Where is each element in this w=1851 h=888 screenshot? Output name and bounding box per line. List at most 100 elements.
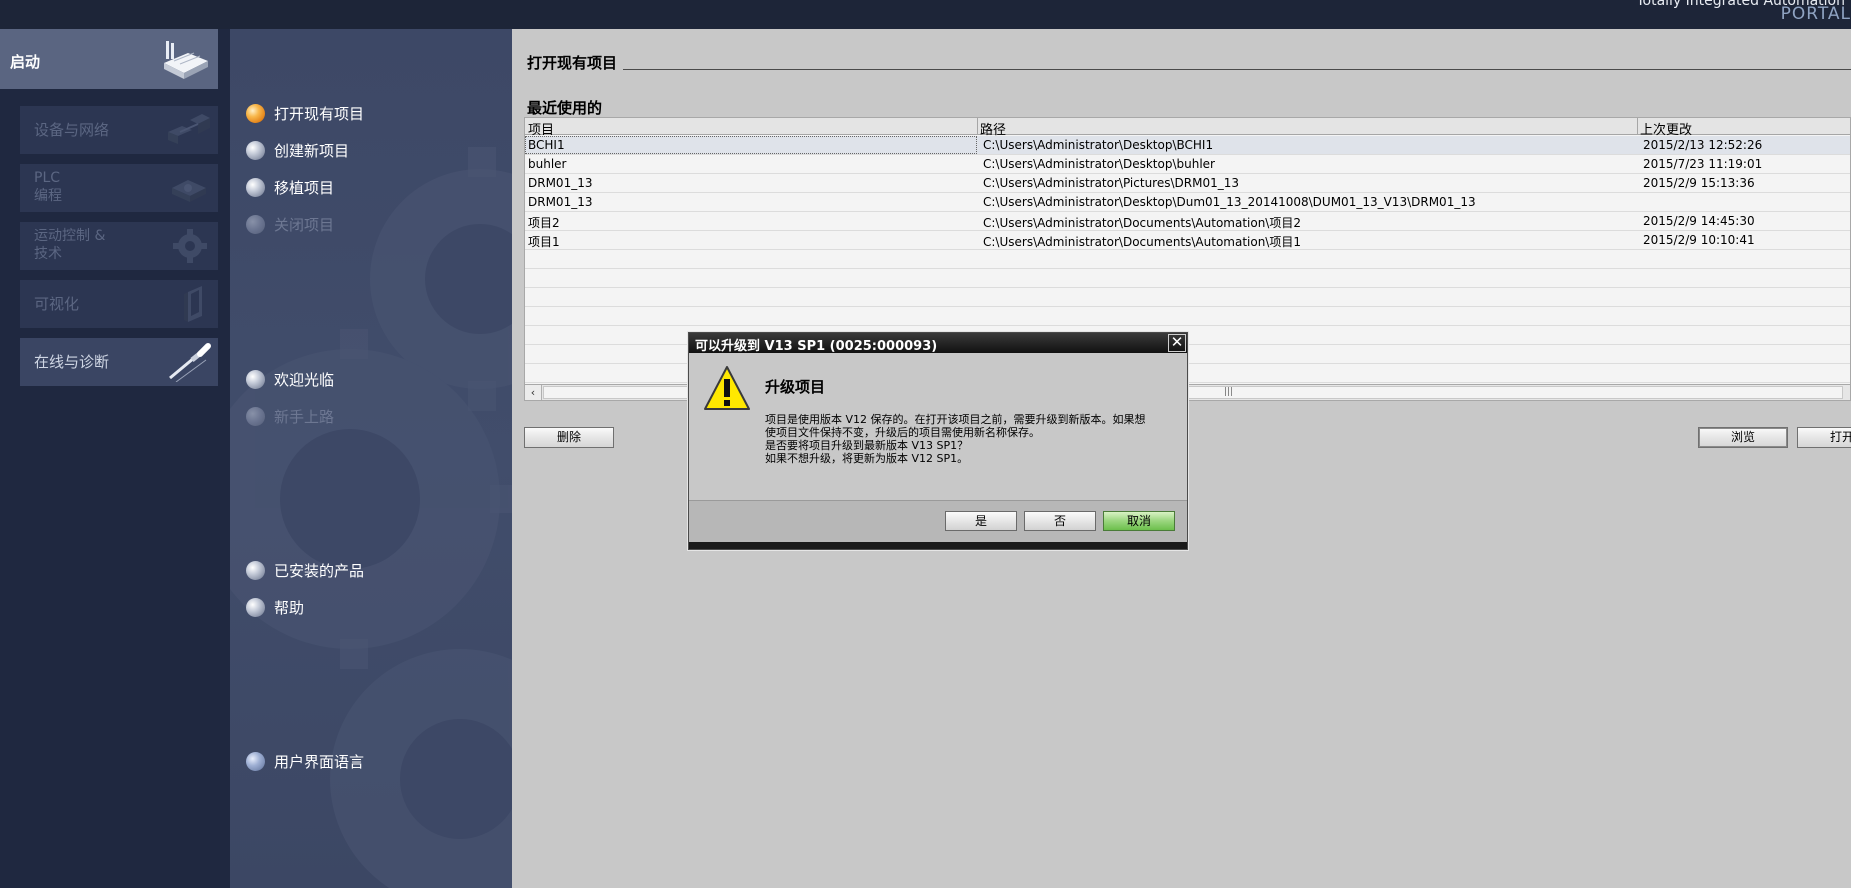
- table-cell-path: C:\Users\Administrator\Documents\Automat…: [983, 235, 1301, 249]
- nav-label: 移植项目: [274, 178, 335, 197]
- table-row[interactable]: BCHI1 C:\Users\Administrator\Desktop\BCH…: [525, 136, 1850, 155]
- recent-projects-heading: 最近使用的: [527, 99, 603, 117]
- table-row[interactable]: 项目2 C:\Users\Administrator\Documents\Aut…: [525, 212, 1850, 231]
- table-cell-project: DRM01_13: [528, 176, 593, 190]
- start-navigation-panel: 打开现有项目 创建新项目 移植项目 关闭项目 欢迎光临 新手上路 已安装的产品 …: [230, 29, 512, 888]
- nav-help[interactable]: 帮助: [246, 595, 304, 619]
- globe-icon: [246, 751, 265, 771]
- sidebar-item-visualization[interactable]: 可视化: [20, 280, 218, 328]
- upgrade-project-dialog: 可以升级到 V13 SP1 (0025:000093) ✕ 升级项目 项目是使用…: [688, 332, 1188, 550]
- sidebar-item-devices-networks[interactable]: 设备与网络: [20, 106, 218, 154]
- table-cell-project: 项目2: [528, 216, 560, 230]
- nav-label: 新手上路: [274, 407, 335, 426]
- network-devices-icon: [168, 114, 210, 144]
- table-row[interactable]: 项目1 C:\Users\Administrator\Documents\Aut…: [525, 231, 1850, 250]
- dialog-title: 可以升级到 V13 SP1 (0025:000093): [695, 339, 938, 354]
- empty-row: [525, 307, 1850, 326]
- table-cell-project: 项目1: [528, 235, 560, 249]
- nav-create-new-project[interactable]: 创建新项目: [246, 138, 349, 162]
- active-bullet-icon: [246, 103, 265, 123]
- hmi-panel-icon: [184, 286, 202, 322]
- bullet-icon: [246, 597, 265, 617]
- bullet-icon: [246, 406, 265, 426]
- nav-label: 打开现有项目: [274, 104, 365, 123]
- yes-button[interactable]: 是: [945, 511, 1017, 531]
- browse-button[interactable]: 浏览: [1698, 427, 1788, 448]
- table-row[interactable]: DRM01_13 C:\Users\Administrator\Desktop\…: [525, 193, 1850, 212]
- sidebar-item-label: 在线与诊断: [34, 353, 110, 371]
- table-cell-modified: 2015/2/9 10:10:41: [1643, 233, 1755, 247]
- bullet-icon: [246, 560, 265, 580]
- nav-ui-language[interactable]: 用户界面语言: [246, 749, 364, 773]
- scroll-left-arrow-icon[interactable]: ‹: [525, 385, 542, 400]
- table-cell-project: BCHI1: [525, 136, 977, 154]
- sidebar-item-start[interactable]: 启动: [0, 29, 218, 89]
- top-title-bar: Totally Integrated Automation PORTAL: [0, 0, 1851, 29]
- dialog-titlebar[interactable]: 可以升级到 V13 SP1 (0025:000093) ✕: [689, 333, 1187, 354]
- column-divider[interactable]: [1637, 118, 1638, 135]
- table-cell-path: C:\Users\Administrator\Desktop\BCHI1: [983, 138, 1214, 152]
- dialog-heading: 升级项目: [765, 378, 826, 396]
- table-cell-project: buhler: [528, 157, 567, 171]
- close-icon[interactable]: ✕: [1168, 334, 1186, 352]
- nav-label: 已安装的产品: [274, 561, 365, 580]
- open-button[interactable]: 打开: [1797, 427, 1851, 448]
- nav-migrate-project[interactable]: 移植项目: [246, 175, 334, 199]
- table-cell-path: C:\Users\Administrator\Desktop\buhler: [983, 157, 1215, 171]
- table-cell-path: C:\Users\Administrator\Documents\Automat…: [983, 216, 1301, 230]
- bullet-icon: [246, 214, 265, 234]
- table-row[interactable]: DRM01_13 C:\Users\Administrator\Pictures…: [525, 174, 1850, 193]
- nav-label: 创建新项目: [274, 141, 350, 160]
- sidebar-item-online-diagnostics[interactable]: 在线与诊断: [20, 338, 218, 386]
- brand-subtitle: PORTAL: [1780, 4, 1851, 24]
- column-divider[interactable]: [977, 118, 978, 135]
- table-cell-modified: 2015/7/23 11:19:01: [1643, 157, 1763, 171]
- dialog-message: 项目是使用版本 V12 保存的。在打开该项目之前，需要升级到新版本。如果想 使项…: [765, 413, 1175, 465]
- table-cell-project: DRM01_13: [528, 195, 593, 209]
- table-cell-modified: 2015/2/13 12:52:26: [1643, 138, 1763, 152]
- no-button[interactable]: 否: [1024, 511, 1096, 531]
- bullet-icon: [246, 140, 265, 160]
- nav-label: 帮助: [274, 598, 305, 617]
- dialog-message-line: 项目是使用版本 V12 保存的。在打开该项目之前，需要升级到新版本。如果想: [765, 413, 1146, 426]
- sidebar-item-motion-technology[interactable]: 运动控制 & 技术: [20, 222, 218, 270]
- nav-welcome[interactable]: 欢迎光临: [246, 367, 334, 391]
- dialog-message-line: 使项目文件保持不变，升级后的项目需使用新名称保存。: [765, 426, 1040, 439]
- portal-sidebar: 启动 设备与网络 PLC 编程 运动控制 & 技术 可视化 在线与诊断: [0, 29, 230, 888]
- bullet-icon: [246, 369, 265, 389]
- empty-row: [525, 288, 1850, 307]
- table-row[interactable]: buhler C:\Users\Administrator\Desktop\bu…: [525, 155, 1850, 174]
- nav-label: 欢迎光临: [274, 370, 335, 389]
- scrollbar-grip-icon: |||: [1224, 387, 1234, 397]
- motion-gear-icon: [173, 229, 207, 263]
- sidebar-item-label: 设备与网络: [34, 121, 110, 139]
- table-cell-path: C:\Users\Administrator\Pictures\DRM01_13: [983, 176, 1239, 190]
- sidebar-item-plc-programming[interactable]: PLC 编程: [20, 164, 218, 212]
- bullet-icon: [246, 177, 265, 197]
- sidebar-item-label: PLC 编程: [34, 170, 62, 204]
- dialog-message-line: 如果不想升级，将更新为版本 V12 SP1。: [765, 452, 969, 465]
- sidebar-item-label: 可视化: [34, 295, 80, 313]
- nav-open-existing-project[interactable]: 打开现有项目: [246, 101, 364, 125]
- title-divider: [527, 69, 1851, 70]
- factory-icon: [164, 41, 208, 79]
- empty-row: [525, 269, 1850, 288]
- empty-row: [525, 250, 1850, 269]
- sidebar-item-label: 运动控制 & 技术: [34, 228, 106, 262]
- delete-button[interactable]: 删除: [524, 427, 614, 448]
- nav-label: 用户界面语言: [274, 752, 365, 771]
- table-cell-path: C:\Users\Administrator\Desktop\Dum01_13_…: [983, 195, 1476, 209]
- dialog-bottom-edge: [689, 542, 1187, 549]
- diagnostics-probe-icon: [169, 343, 211, 382]
- table-cell-modified: 2015/2/9 15:13:36: [1643, 176, 1755, 190]
- dialog-button-bar: 是 否 取消: [689, 500, 1187, 542]
- nav-close-project: 关闭项目: [246, 212, 334, 236]
- cancel-button[interactable]: 取消: [1103, 511, 1175, 531]
- plc-programming-icon: [172, 180, 206, 202]
- nav-label: 关闭项目: [274, 215, 335, 234]
- nav-first-steps: 新手上路: [246, 404, 334, 428]
- dialog-message-line: 是否要将项目升级到最新版本 V13 SP1？: [765, 439, 969, 452]
- page-title: 打开现有项目: [527, 52, 624, 73]
- nav-installed-products[interactable]: 已安装的产品: [246, 558, 364, 582]
- warning-icon: [704, 366, 750, 410]
